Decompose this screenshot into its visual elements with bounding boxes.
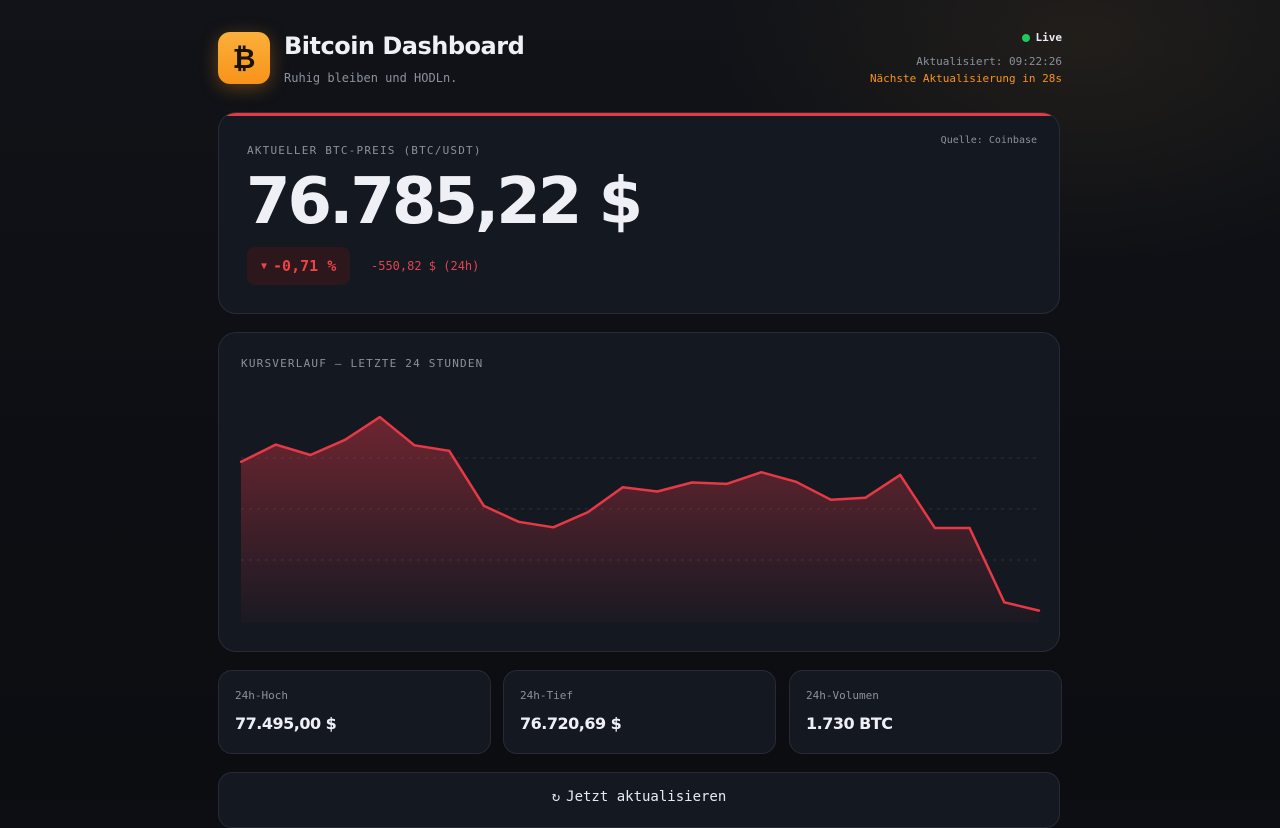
- change-absolute: -550,82 $ (24h): [371, 259, 480, 273]
- price-point: [239, 460, 243, 464]
- price-point: [309, 453, 312, 457]
- live-label: Live: [1035, 31, 1063, 44]
- down-arrow-icon: ▼: [261, 260, 268, 272]
- price-point: [725, 482, 728, 486]
- price-point: [378, 415, 381, 419]
- change-percent-badge: ▼ -0,71 %: [247, 247, 351, 285]
- price-point: [482, 504, 486, 508]
- bitcoin-logo-icon: ₿: [218, 32, 270, 84]
- live-indicator: Live: [1021, 29, 1063, 46]
- price-label: AKTUELLER BTC-PREIS (BTC/USDT): [247, 144, 482, 157]
- stat-value: 76.720,69 $: [520, 714, 622, 733]
- price-source: Quelle: Coinbase: [940, 135, 1037, 146]
- price-point: [586, 510, 590, 514]
- price-point: [794, 480, 798, 484]
- stat-label: 24h-Volumen: [806, 689, 879, 702]
- price-area: [241, 417, 1039, 623]
- refresh-label: Jetzt aktualisieren: [566, 789, 727, 805]
- price-point: [864, 496, 867, 499]
- price-point: [413, 444, 416, 447]
- price-point: [552, 526, 555, 529]
- price-point: [447, 449, 451, 453]
- price-point: [274, 443, 277, 446]
- price-point: [899, 473, 902, 477]
- change-percent: -0,71 %: [273, 257, 337, 275]
- refresh-icon: ↻: [551, 789, 561, 805]
- price-point: [656, 490, 659, 493]
- status-panel: Live Aktualisiert: 09:22:26 Nächste Aktu…: [870, 29, 1062, 87]
- stat-value: 77.495,00 $: [235, 714, 337, 733]
- header: ₿ Bitcoin Dashboard Ruhig bleiben und HO…: [218, 0, 1062, 112]
- stat-value: 1.730 BTC: [806, 714, 893, 733]
- price-point: [690, 481, 694, 484]
- live-dot-icon: [1021, 33, 1030, 42]
- price-point: [968, 526, 971, 530]
- page-subtitle: Ruhig bleiben und HODLn.: [284, 71, 458, 85]
- price-card: Quelle: Coinbase AKTUELLER BTC-PREIS (BT…: [218, 112, 1060, 314]
- price-point: [517, 520, 520, 523]
- price-point: [1003, 601, 1006, 604]
- stat-24h-low: 24h-Tief 76.720,69 $: [503, 670, 776, 754]
- stat-24h-high: 24h-Hoch 77.495,00 $: [218, 670, 491, 754]
- price-point: [760, 470, 763, 474]
- price-point: [1037, 609, 1041, 612]
- price-chart: [239, 415, 1041, 623]
- next-update-countdown: Nächste Aktualisierung in 28s: [869, 71, 1062, 85]
- price-point: [343, 438, 347, 442]
- refresh-button[interactable]: ↻ Jetzt aktualisieren: [218, 772, 1060, 828]
- price-point: [829, 498, 833, 501]
- page-title: Bitcoin Dashboard: [284, 32, 525, 60]
- last-updated: Aktualisiert: 09:22:26: [916, 54, 1062, 68]
- chart-card: KURSVERLAUF — LETZTE 24 STUNDEN: [218, 332, 1060, 652]
- stat-24h-volume: 24h-Volumen 1.730 BTC: [789, 670, 1062, 754]
- stat-label: 24h-Tief: [520, 689, 573, 702]
- current-price: 76.785,22 $: [246, 165, 643, 239]
- price-point: [933, 526, 937, 530]
- price-point: [621, 486, 624, 489]
- dashboard: ₿ Bitcoin Dashboard Ruhig bleiben und HO…: [218, 0, 1062, 828]
- stat-label: 24h-Hoch: [235, 689, 288, 702]
